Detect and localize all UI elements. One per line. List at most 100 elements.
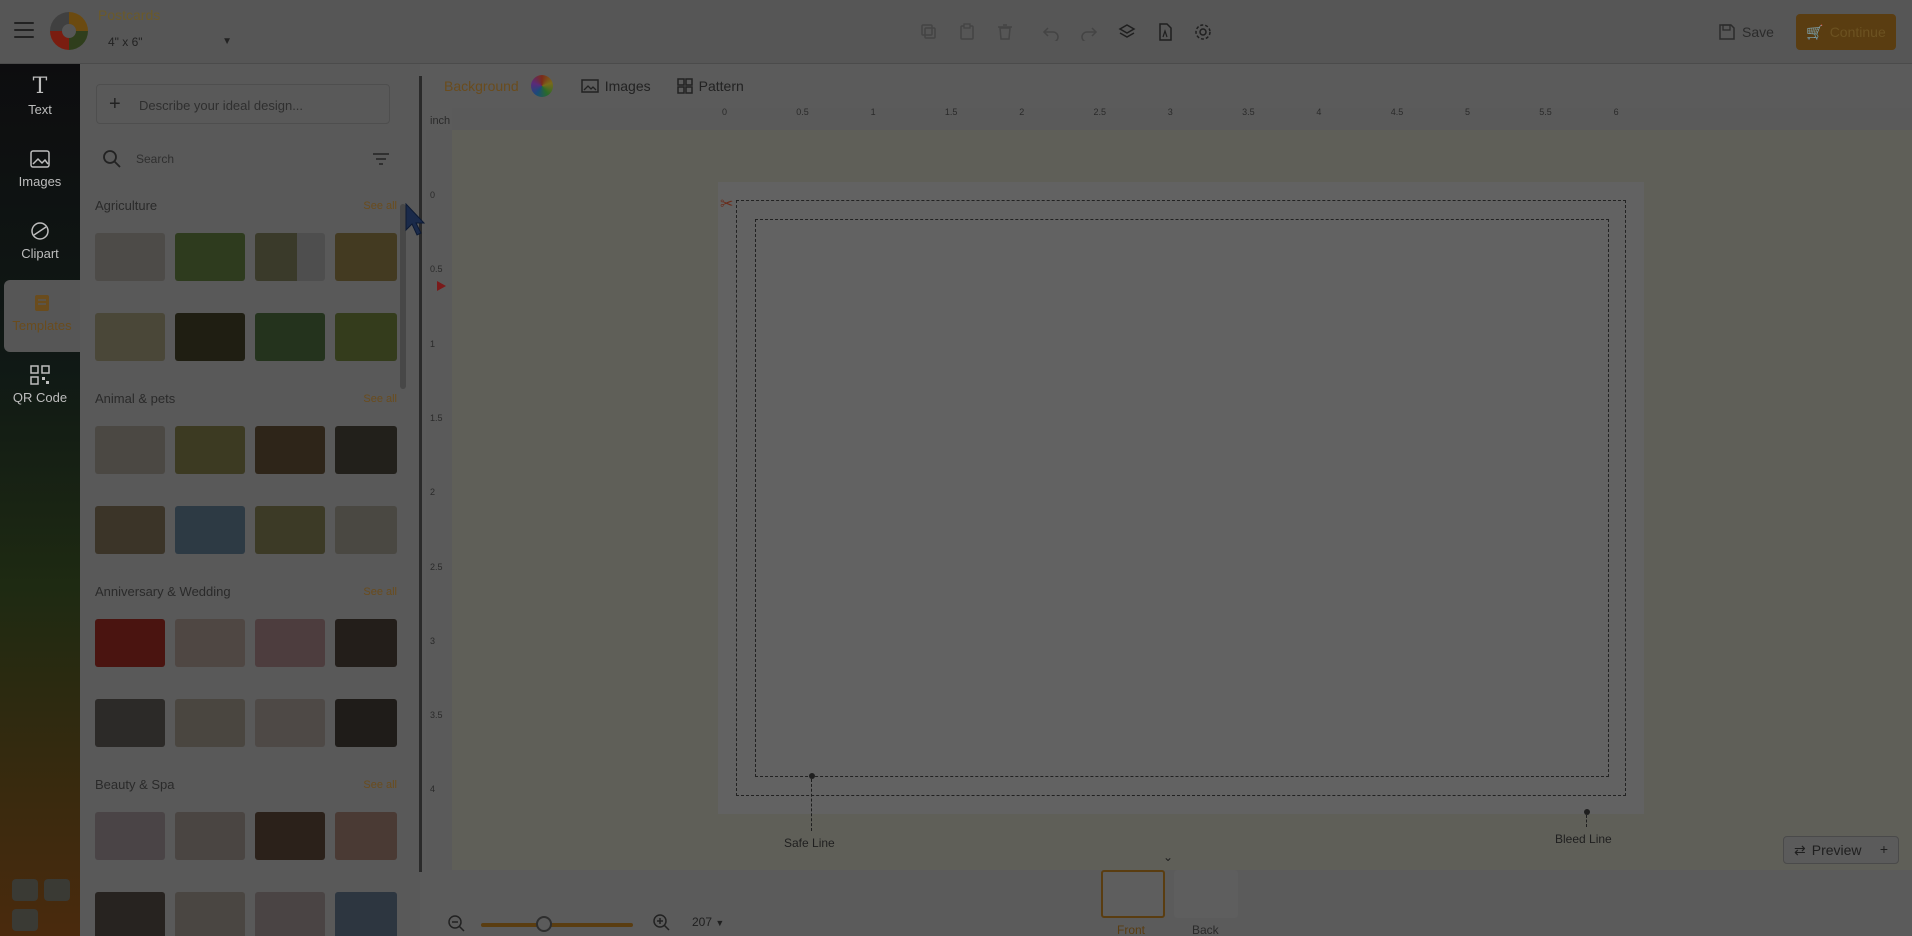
background-tab[interactable]: Background — [444, 78, 519, 94]
plus-icon[interactable]: + — [1880, 841, 1888, 857]
see-all-link[interactable]: See all — [363, 393, 397, 405]
filter-icon[interactable] — [372, 152, 390, 166]
info-icon[interactable] — [12, 909, 38, 931]
page-thumb-front[interactable] — [1101, 870, 1165, 918]
pdf-icon[interactable] — [1146, 20, 1184, 44]
redo-icon[interactable] — [1070, 20, 1108, 44]
canvas-toolbar: Background Images Pattern — [430, 64, 1912, 108]
zoom-out-icon[interactable] — [447, 914, 465, 932]
history-tools — [1032, 20, 1222, 44]
zoom-slider[interactable] — [481, 923, 633, 927]
template-thumbnail[interactable] — [255, 619, 325, 667]
template-thumbnail[interactable] — [95, 233, 165, 281]
template-thumbnail[interactable] — [335, 619, 397, 667]
images-tab[interactable]: Images — [580, 78, 651, 94]
see-all-link[interactable]: See all — [363, 779, 397, 791]
ruler-tick-label: 2 — [430, 487, 436, 498]
save-button[interactable]: Save — [1718, 19, 1774, 45]
template-thumbnail[interactable] — [95, 699, 165, 747]
page-thumb-back[interactable] — [1174, 870, 1238, 918]
template-thumbnail[interactable] — [175, 313, 245, 361]
ai-prompt-placeholder: Describe your ideal design... — [139, 98, 304, 113]
rail-item-qr-code[interactable]: QR Code — [0, 352, 80, 424]
copy-icon[interactable] — [910, 20, 948, 44]
template-thumbnail[interactable] — [175, 233, 245, 281]
zoom-slider-handle[interactable] — [536, 916, 552, 932]
template-thumbnail[interactable] — [175, 892, 245, 936]
size-select[interactable]: 4" x 6" ▼ — [98, 30, 238, 54]
delete-icon[interactable] — [986, 20, 1024, 44]
rail-item-label: Clipart — [21, 246, 59, 261]
undo-icon[interactable] — [1032, 20, 1070, 44]
template-thumbnail[interactable] — [255, 699, 325, 747]
menu-icon[interactable] — [14, 22, 34, 38]
template-search[interactable]: Search — [96, 144, 390, 174]
template-thumbnail[interactable] — [255, 233, 325, 281]
layers-icon[interactable] — [1108, 20, 1146, 44]
zoom-in-icon[interactable] — [652, 913, 670, 931]
photo-icon[interactable] — [12, 879, 38, 901]
continue-label: Continue — [1829, 24, 1886, 40]
mouse-cursor-icon — [405, 203, 426, 236]
rail-item-text[interactable]: T Text — [0, 64, 80, 136]
edit-tools — [910, 20, 1024, 44]
brand-logo — [50, 12, 88, 50]
ruler-tick-label: 4 — [1316, 107, 1322, 117]
horizontal-ruler — [452, 108, 1912, 130]
template-thumbnail[interactable] — [175, 426, 245, 474]
save-icon — [1719, 24, 1735, 40]
images-label: Images — [604, 78, 651, 94]
plus-icon: + — [109, 93, 121, 115]
chevron-down-icon[interactable]: ⌄ — [1163, 850, 1173, 864]
template-thumbnail[interactable] — [255, 313, 325, 361]
color-picker-icon[interactable] — [530, 75, 553, 97]
template-thumbnail[interactable] — [175, 812, 245, 860]
paste-icon[interactable] — [948, 20, 986, 44]
page-label-front[interactable]: Front — [1117, 923, 1145, 936]
template-thumbnail[interactable] — [95, 812, 165, 860]
ruler-tick-label: 4.5 — [1390, 107, 1404, 117]
template-thumbnail[interactable] — [335, 233, 397, 281]
template-thumbnail[interactable] — [335, 812, 397, 860]
settings-icon[interactable] — [1184, 20, 1222, 44]
rail-item-templates[interactable]: Templates — [4, 280, 80, 352]
template-thumbnail[interactable] — [335, 313, 397, 361]
page-label-back[interactable]: Back — [1192, 923, 1219, 936]
continue-button[interactable]: 🛒 Continue — [1796, 14, 1896, 50]
template-thumbnail[interactable] — [95, 619, 165, 667]
template-thumbnail[interactable] — [335, 699, 397, 747]
scissors-icon: ✂ — [720, 196, 734, 213]
rail-item-label: QR Code — [12, 390, 68, 405]
ruler-tick-label: 0.5 — [796, 107, 809, 117]
template-thumbnail[interactable] — [175, 619, 245, 667]
rail-item-clipart[interactable]: Clipart — [0, 208, 80, 280]
zoom-value: 207 — [692, 915, 713, 929]
template-thumbnail[interactable] — [95, 426, 165, 474]
ai-prompt-input[interactable]: + Describe your ideal design... — [96, 84, 390, 124]
template-thumbnail[interactable] — [255, 892, 325, 936]
template-thumbnail[interactable] — [335, 426, 397, 474]
see-all-link[interactable]: See all — [363, 586, 397, 598]
rail-item-label: Images — [18, 174, 62, 189]
template-thumbnail[interactable] — [255, 426, 325, 474]
template-thumbnail[interactable] — [175, 506, 245, 554]
template-thumbnail[interactable] — [335, 506, 397, 554]
zoom-select[interactable]: 207 ▼ — [692, 915, 724, 929]
ruler-tick-label: 6 — [1613, 107, 1619, 117]
template-thumbnail[interactable] — [95, 313, 165, 361]
ruler-tick-label: 3 — [430, 635, 436, 646]
template-thumbnail[interactable] — [255, 506, 325, 554]
safe-line-marker — [809, 773, 815, 779]
rail-item-label: Templates — [12, 318, 72, 333]
template-thumbnail[interactable] — [95, 506, 165, 554]
ruler-tick-label: 5.5 — [1539, 107, 1552, 117]
pattern-tab[interactable]: Pattern — [676, 78, 744, 94]
template-thumbnail[interactable] — [255, 812, 325, 860]
preview-button[interactable]: ⇄ Preview + — [1783, 836, 1899, 864]
help-icon[interactable] — [44, 879, 70, 901]
see-all-link[interactable]: See all — [363, 200, 397, 212]
rail-item-images[interactable]: Images — [0, 136, 80, 208]
template-thumbnail[interactable] — [95, 892, 165, 936]
template-thumbnail[interactable] — [175, 699, 245, 747]
template-thumbnail[interactable] — [335, 892, 397, 936]
